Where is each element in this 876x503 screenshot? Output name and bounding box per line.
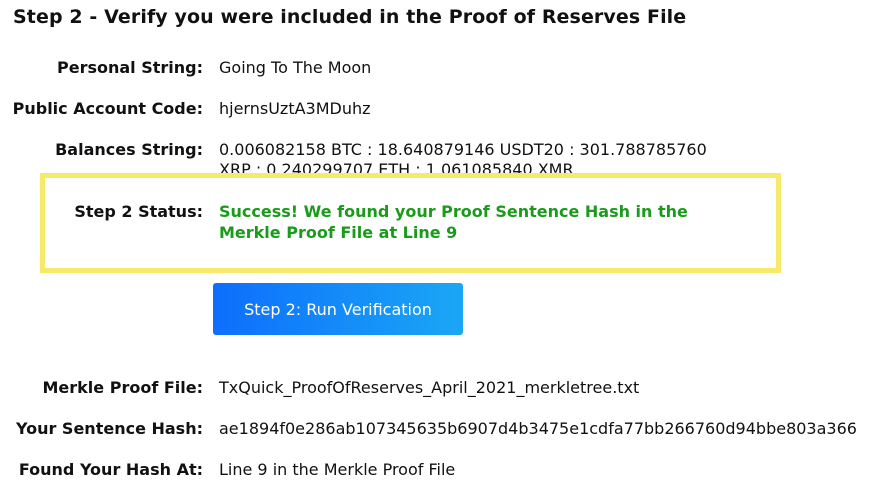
merkle-proof-file-label: Merkle Proof File: bbox=[42, 378, 204, 397]
page-title: Step 2 - Verify you were included in the… bbox=[13, 6, 687, 28]
personal-string-value: Going To The Moon bbox=[219, 58, 372, 77]
run-verification-button[interactable]: Step 2: Run Verification bbox=[213, 283, 463, 335]
balances-string-container: 0.006082158 BTC : 18.640879146 USDT20 : … bbox=[219, 139, 759, 175]
found-hash-at-value: Line 9 in the Merkle Proof File bbox=[219, 460, 456, 479]
step2-status-value: Success! We found your Proof Sentence Ha… bbox=[219, 202, 688, 242]
merkle-proof-file-value: TxQuick_ProofOfReserves_April_2021_merkl… bbox=[219, 378, 640, 397]
public-account-code-label: Public Account Code: bbox=[12, 99, 203, 118]
sentence-hash-value: ae1894f0e286ab107345635b6907d4b3475e1cdf… bbox=[219, 419, 857, 438]
public-account-code-value: hjernsUztA3MDuhz bbox=[219, 99, 371, 118]
balances-string-label: Balances String: bbox=[55, 140, 203, 159]
sentence-hash-label: Your Sentence Hash: bbox=[15, 419, 203, 438]
balances-string-value: 0.006082158 BTC : 18.640879146 USDT20 : … bbox=[219, 140, 707, 175]
found-hash-at-label: Found Your Hash At: bbox=[18, 460, 203, 479]
personal-string-label: Personal String: bbox=[56, 58, 203, 77]
step2-status-label: Step 2 Status: bbox=[74, 202, 203, 221]
